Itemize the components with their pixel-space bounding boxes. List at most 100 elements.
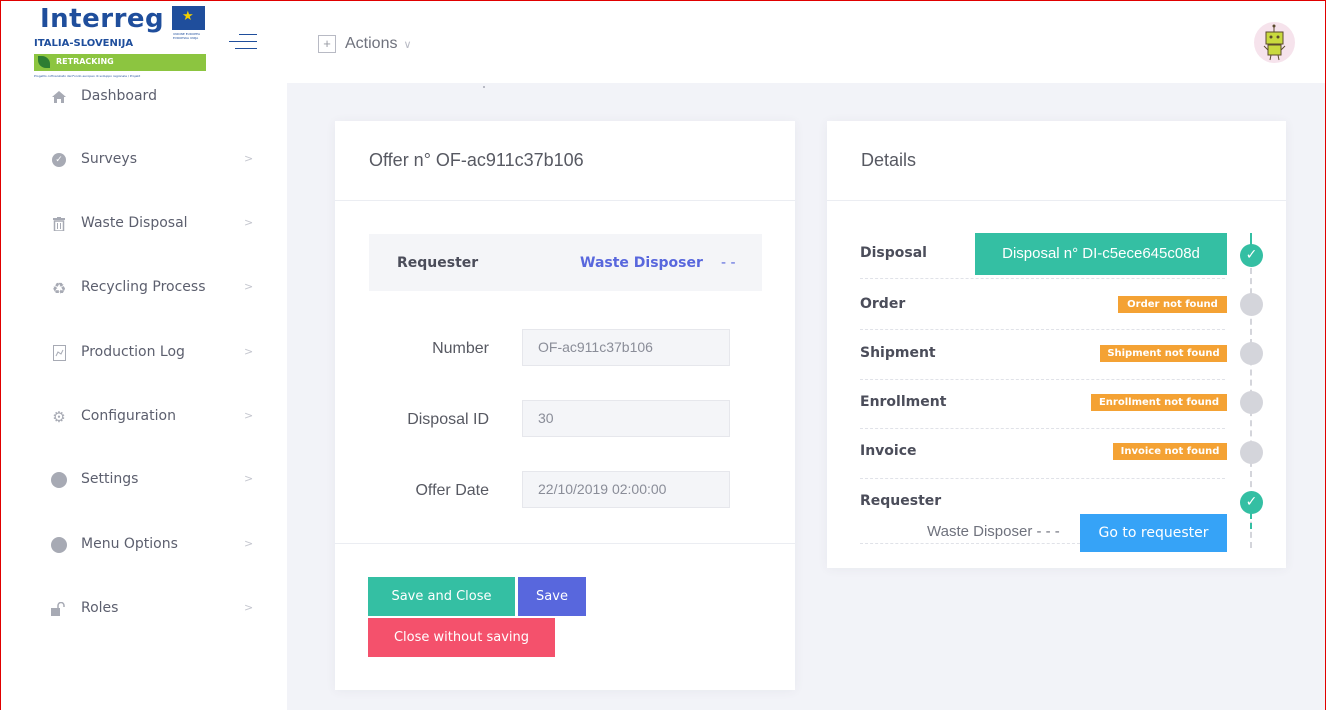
- menu-toggle-icon[interactable]: [229, 33, 257, 49]
- shipment-status-badge: Shipment not found: [1100, 345, 1227, 362]
- pending-dot-icon: [1240, 441, 1263, 464]
- dot-icon: [51, 537, 67, 553]
- enrollment-status-badge: Enrollment not found: [1091, 394, 1227, 411]
- close-without-saving-button[interactable]: Close without saving: [368, 618, 555, 657]
- pending-dot-icon: [1240, 342, 1263, 365]
- detail-invoice-label: Invoice: [860, 443, 917, 459]
- top-header: Interreg UNIONE EUROPEA EVROPSKA UNIJA I…: [0, 0, 1326, 83]
- logo-title: Interreg: [40, 4, 165, 34]
- divider: [335, 543, 795, 544]
- sidebar-item-waste-disposal[interactable]: Waste Disposal >: [0, 204, 287, 244]
- sidebar-item-label: Production Log: [81, 344, 185, 360]
- row-divider: [860, 329, 1225, 330]
- sidebar-item-label: Dashboard: [81, 88, 157, 104]
- chevron-right-icon: >: [244, 216, 254, 229]
- save-and-close-button[interactable]: Save and Close: [368, 577, 515, 616]
- dot-icon: [51, 472, 67, 488]
- recycle-icon: ♻: [51, 278, 67, 298]
- chevron-right-icon: >: [244, 472, 254, 485]
- logo-small-text: Progetto cofinanziato dal Fondo europeo …: [34, 74, 141, 79]
- eu-flag-icon: [172, 6, 205, 30]
- row-divider: [860, 278, 1225, 279]
- offer-date-field[interactable]: 22/10/2019 02:00:00: [522, 471, 730, 508]
- detail-shipment-label: Shipment: [860, 345, 936, 361]
- chevron-right-icon: >: [244, 537, 254, 550]
- chevron-right-icon: >: [244, 345, 254, 358]
- sidebar-item-label: Menu Options: [81, 536, 178, 552]
- sidebar-item-label: Surveys: [81, 151, 137, 167]
- home-icon: [51, 89, 67, 105]
- go-to-requester-button[interactable]: Go to requester: [1080, 514, 1227, 552]
- chevron-right-icon: >: [244, 280, 254, 293]
- requester-suffix: - -: [721, 255, 736, 271]
- sidebar-item-surveys[interactable]: ✓ Surveys >: [0, 140, 287, 180]
- gears-icon: ⚙: [52, 408, 66, 426]
- sidebar-item-label: Configuration: [81, 408, 176, 424]
- breadcrumb-hint: [483, 86, 485, 88]
- pending-dot-icon: [1240, 293, 1263, 316]
- pending-dot-icon: [1240, 391, 1263, 414]
- interreg-logo[interactable]: Interreg UNIONE EUROPEA EVROPSKA UNIJA I…: [33, 4, 208, 80]
- sidebar: Dashboard ✓ Surveys > Waste Disposal > ♻…: [0, 83, 287, 710]
- chart-doc-icon: [51, 345, 67, 361]
- chevron-right-icon: >: [244, 152, 254, 165]
- offer-title: Offer n° OF-ac911c37b106: [369, 150, 584, 170]
- sidebar-item-settings[interactable]: Settings >: [0, 460, 287, 500]
- check-circle-icon: ✓: [51, 152, 67, 168]
- detail-order-label: Order: [860, 296, 906, 312]
- order-status-badge: Order not found: [1118, 296, 1227, 313]
- check-icon: ✓: [1240, 491, 1263, 514]
- chevron-right-icon: >: [244, 601, 254, 614]
- eu-text: UNIONE EUROPEA EVROPSKA UNIJA: [173, 32, 201, 40]
- disposal-link-button[interactable]: Disposal n° DI-c5ece645c08d: [975, 233, 1227, 275]
- user-avatar[interactable]: [1254, 22, 1295, 63]
- logo-subtitle: ITALIA-SLOVENIJA: [34, 38, 134, 49]
- leaf-icon: [38, 56, 50, 68]
- sidebar-item-menu-options[interactable]: Menu Options >: [0, 525, 287, 565]
- disposal-id-field[interactable]: 30: [522, 400, 730, 437]
- number-label: Number: [432, 340, 489, 357]
- requester-label: Requester: [397, 255, 479, 271]
- offer-card: Offer n° OF-ac911c37b106 Requester Waste…: [335, 121, 795, 690]
- sidebar-item-configuration[interactable]: ⚙ Configuration >: [0, 397, 287, 437]
- requester-summary: Requester Waste Disposer - -: [369, 234, 762, 291]
- trash-icon: [51, 216, 67, 232]
- divider: [335, 200, 795, 201]
- invoice-status-badge: Invoice not found: [1113, 443, 1227, 460]
- row-divider: [860, 543, 1080, 544]
- row-divider: [860, 379, 1225, 380]
- sidebar-item-roles[interactable]: Roles >: [0, 589, 287, 629]
- project-bar: RETRACKING: [34, 54, 206, 71]
- divider: [827, 200, 1286, 201]
- detail-requester-label: Requester: [860, 493, 942, 509]
- requester-link[interactable]: Waste Disposer: [580, 255, 703, 271]
- sidebar-item-dashboard[interactable]: Dashboard: [0, 77, 287, 117]
- chevron-right-icon: >: [244, 409, 254, 422]
- timeline-line: [1250, 513, 1252, 529]
- robot-avatar-icon: [1263, 24, 1286, 61]
- requester-name: Waste Disposer - - -: [927, 523, 1060, 540]
- offer-date-label: Offer Date: [415, 482, 489, 499]
- sidebar-item-production-log[interactable]: Production Log >: [0, 333, 287, 373]
- disposal-id-label: Disposal ID: [407, 411, 489, 428]
- details-title: Details: [861, 150, 917, 170]
- row-divider: [860, 428, 1225, 429]
- sidebar-item-label: Waste Disposal: [81, 215, 188, 231]
- details-card: Details Disposal Disposal n° DI-c5ece645…: [827, 121, 1286, 568]
- save-button[interactable]: Save: [518, 577, 586, 616]
- detail-enrollment-label: Enrollment: [860, 394, 947, 410]
- sidebar-item-recycling-process[interactable]: ♻ Recycling Process >: [0, 268, 287, 308]
- sidebar-item-label: Settings: [81, 471, 139, 487]
- check-icon: ✓: [1240, 244, 1263, 267]
- plus-square-icon: +: [318, 35, 336, 53]
- row-divider: [860, 478, 1225, 479]
- sidebar-item-label: Recycling Process: [81, 279, 206, 295]
- chevron-down-icon: ∨: [403, 38, 412, 51]
- number-field[interactable]: OF-ac911c37b106: [522, 329, 730, 366]
- project-name: RETRACKING: [56, 57, 114, 66]
- actions-dropdown[interactable]: + Actions ∨: [318, 35, 412, 53]
- actions-label: Actions: [345, 35, 398, 52]
- unlock-icon: [51, 601, 67, 617]
- sidebar-item-label: Roles: [81, 600, 119, 616]
- detail-disposal-label: Disposal: [860, 245, 927, 261]
